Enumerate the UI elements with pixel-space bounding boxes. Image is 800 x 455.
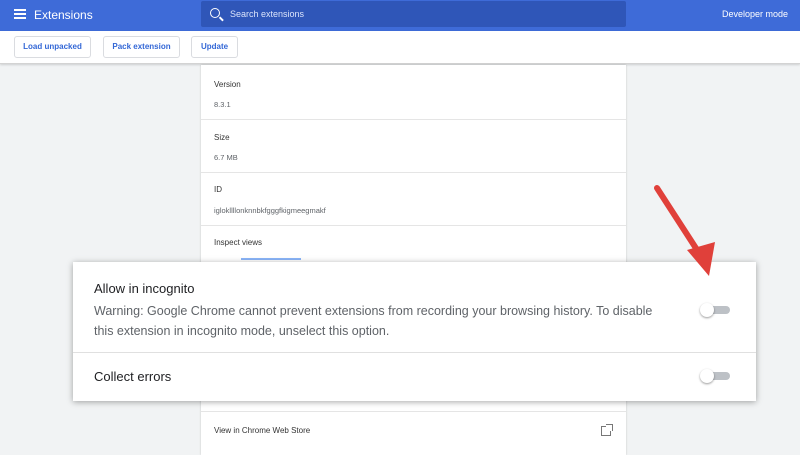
collect-errors-toggle[interactable] [700, 369, 730, 383]
annotation-arrow-icon [654, 185, 715, 276]
divider [73, 352, 756, 353]
developer-mode-label[interactable]: Developer mode [722, 9, 788, 19]
top-bar: Extensions Developer mode [0, 0, 800, 31]
collect-errors-label: Collect errors [94, 369, 172, 384]
id-label: ID [214, 185, 222, 194]
toggle-thumb [700, 303, 714, 317]
version-label: Version [214, 80, 241, 89]
search-input[interactable] [230, 7, 610, 21]
search-icon [210, 8, 220, 18]
divider [201, 172, 626, 173]
incognito-toggle[interactable] [700, 303, 730, 317]
divider [201, 225, 626, 226]
external-link-icon[interactable] [601, 424, 613, 436]
toggle-thumb [700, 369, 714, 383]
zoomed-settings-panel: Allow in incognito Warning: Google Chrom… [73, 262, 756, 401]
toolbar: Load unpacked Pack extension Update [0, 31, 800, 64]
id-value: iglokllllonknnbkfgggfkigmeegmakf [214, 206, 326, 215]
inspect-views-label: Inspect views [214, 238, 263, 247]
hamburger-menu-icon[interactable] [14, 9, 26, 19]
incognito-title: Allow in incognito [94, 281, 195, 296]
divider [201, 119, 626, 120]
size-label: Size [214, 133, 230, 142]
update-button[interactable]: Update [191, 36, 238, 58]
webstore-link[interactable]: View in Chrome Web Store [214, 426, 310, 435]
pack-extension-button[interactable]: Pack extension [103, 36, 180, 58]
size-value: 6.7 MB [214, 153, 238, 162]
version-value: 8.3.1 [214, 100, 231, 109]
load-unpacked-button[interactable]: Load unpacked [14, 36, 91, 58]
divider [201, 411, 626, 412]
page-title: Extensions [34, 8, 93, 22]
search-box[interactable] [201, 1, 626, 27]
incognito-warning: Warning: Google Chrome cannot prevent ex… [94, 304, 653, 338]
